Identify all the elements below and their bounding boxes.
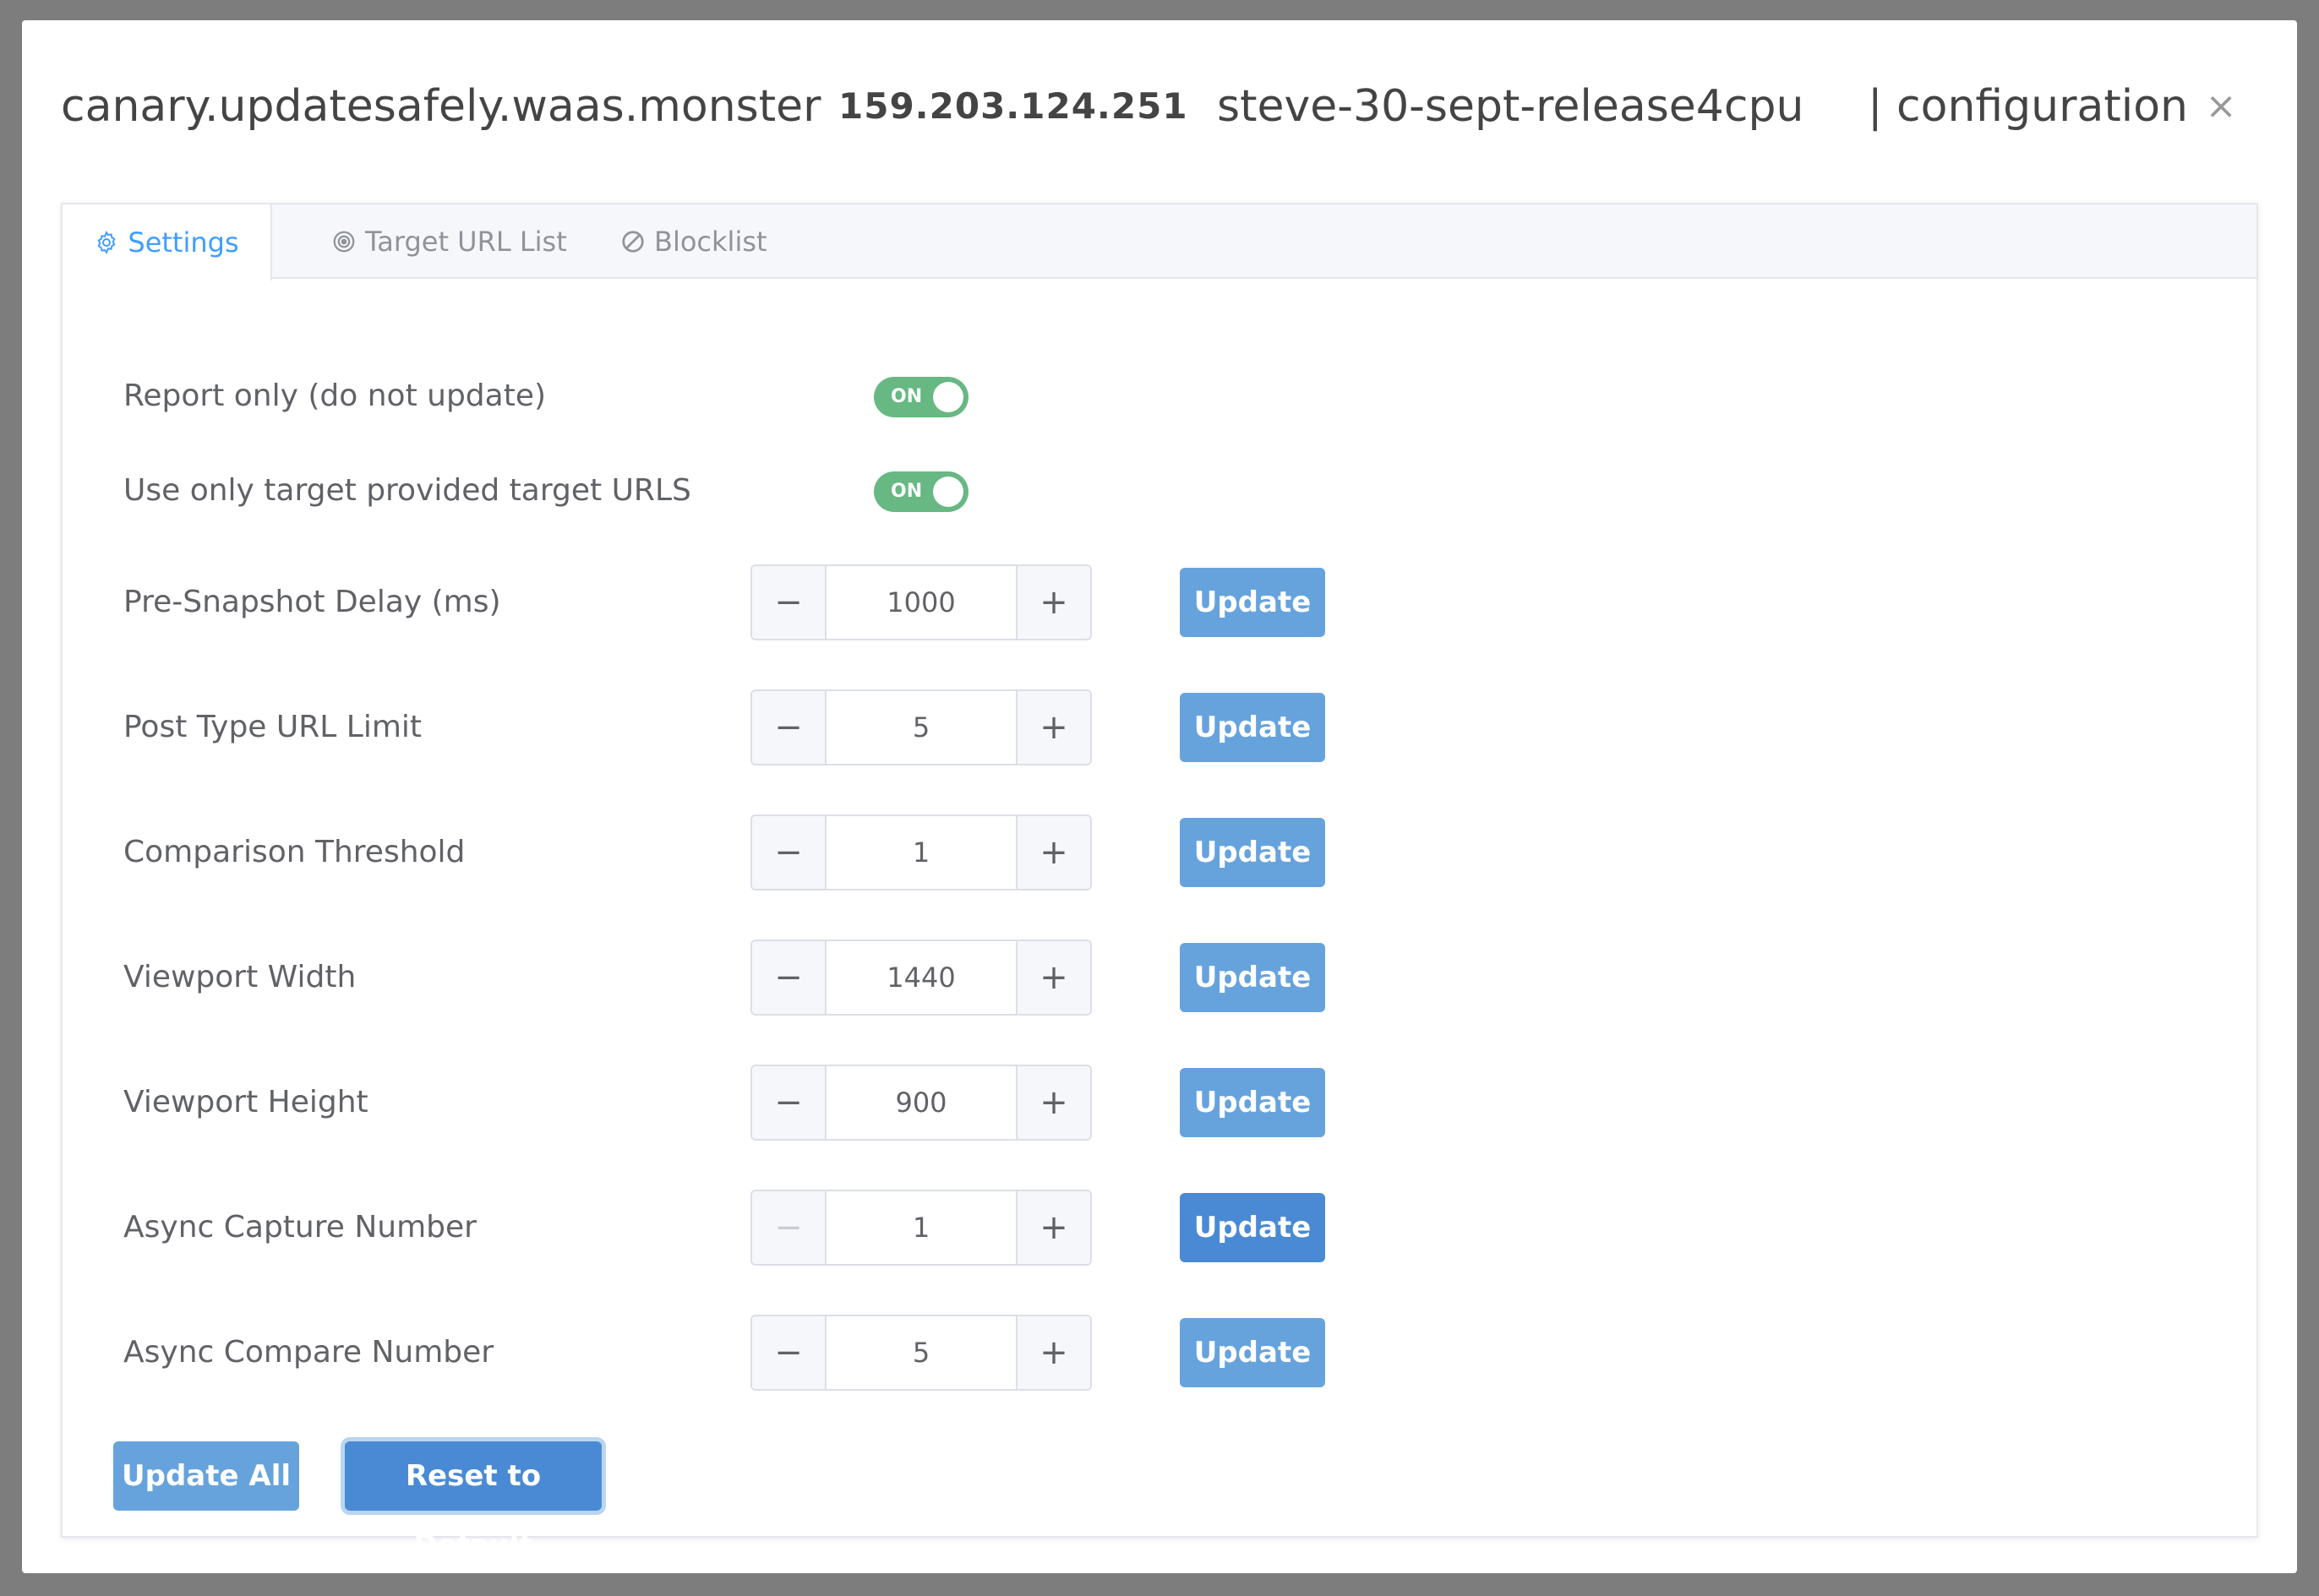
- tab-target-url-list[interactable]: Target URL List: [331, 204, 567, 279]
- setting-label: Comparison Threshold: [123, 835, 466, 869]
- target-urls-switch[interactable]: ON: [874, 471, 969, 512]
- async-capture-number-stepper: − +: [750, 1190, 1092, 1266]
- async-compare-number-input[interactable]: [827, 1316, 1016, 1389]
- update-button[interactable]: Update: [1180, 1318, 1325, 1387]
- tab-blocklist[interactable]: Blocklist: [620, 204, 767, 279]
- decrement-button[interactable]: −: [752, 1191, 827, 1264]
- switch-knob: [933, 477, 963, 507]
- switch-state: ON: [891, 386, 923, 407]
- setting-row-viewport-width: Viewport Width − + Update: [123, 940, 2256, 1016]
- viewport-width-input[interactable]: [827, 941, 1016, 1014]
- modal-header: canary.updatesafely.waas.monster 159.203…: [61, 73, 2246, 140]
- comparison-threshold-stepper: − +: [750, 814, 1092, 891]
- settings-card: Settings Target URL List Blocklist Repor…: [61, 203, 2258, 1538]
- configuration-modal: canary.updatesafely.waas.monster 159.203…: [22, 20, 2297, 1573]
- decrement-button[interactable]: −: [752, 816, 827, 889]
- pre-snapshot-delay-stepper: − +: [750, 564, 1092, 640]
- instance-name: steve-30-sept-release4cpu: [1217, 81, 1804, 132]
- increment-button[interactable]: +: [1016, 1191, 1090, 1264]
- toggle-label: Report only (do not update): [123, 379, 547, 413]
- setting-label: Post Type URL Limit: [123, 710, 423, 744]
- decrement-button[interactable]: −: [752, 941, 827, 1014]
- gear-icon: [97, 231, 116, 254]
- target-icon: [333, 231, 355, 253]
- setting-label: Pre-Snapshot Delay (ms): [123, 585, 501, 619]
- report-only-switch[interactable]: ON: [874, 377, 969, 417]
- viewport-width-stepper: − +: [750, 940, 1092, 1016]
- decrement-button[interactable]: −: [752, 1066, 827, 1139]
- server-ip: 159.203.124.251: [838, 85, 1188, 127]
- toggle-row-target-urls: Use only target provided target URLS ON: [123, 453, 2256, 529]
- increment-button[interactable]: +: [1016, 816, 1090, 889]
- setting-row-post-type-url-limit: Post Type URL Limit − + Update: [123, 689, 2256, 765]
- setting-row-comparison-threshold: Comparison Threshold − + Update: [123, 814, 2256, 891]
- setting-label: Async Capture Number: [123, 1210, 477, 1245]
- tab-settings[interactable]: Settings: [63, 204, 272, 281]
- decrement-button[interactable]: −: [752, 1316, 827, 1389]
- pre-snapshot-delay-input[interactable]: [827, 566, 1016, 639]
- increment-button[interactable]: +: [1016, 691, 1090, 764]
- post-type-url-limit-input[interactable]: [827, 691, 1016, 764]
- tab-bar: Settings Target URL List Blocklist: [63, 204, 2256, 281]
- update-button[interactable]: Update: [1180, 1193, 1325, 1262]
- setting-row-viewport-height: Viewport Height − + Update: [123, 1065, 2256, 1141]
- site-domain: canary.updatesafely.waas.monster: [61, 81, 821, 132]
- close-icon[interactable]: ×: [2197, 73, 2245, 140]
- increment-button[interactable]: +: [1016, 566, 1090, 639]
- update-button[interactable]: Update: [1180, 1068, 1325, 1137]
- update-button[interactable]: Update: [1180, 943, 1325, 1012]
- setting-row-pre-snapshot-delay: Pre-Snapshot Delay (ms) − + Update: [123, 564, 2256, 640]
- viewport-height-stepper: − +: [750, 1065, 1092, 1141]
- update-all-button[interactable]: Update All: [113, 1441, 299, 1511]
- viewport-height-input[interactable]: [827, 1066, 1016, 1139]
- async-capture-number-input[interactable]: [827, 1191, 1016, 1264]
- update-button[interactable]: Update: [1180, 818, 1325, 887]
- increment-button[interactable]: +: [1016, 1066, 1090, 1139]
- reset-to-default-button[interactable]: Reset to Default: [345, 1441, 602, 1562]
- setting-label: Viewport Width: [123, 960, 357, 994]
- async-compare-number-stepper: − +: [750, 1315, 1092, 1391]
- setting-label: Viewport Height: [123, 1085, 368, 1119]
- decrement-button[interactable]: −: [752, 691, 827, 764]
- toggle-row-report-only: Report only (do not update) ON: [123, 358, 2256, 434]
- switch-knob: [933, 382, 963, 412]
- tab-blocklist-label: Blocklist: [654, 226, 767, 258]
- switch-state: ON: [891, 481, 923, 502]
- setting-row-async-compare-number: Async Compare Number − + Update: [123, 1315, 2256, 1391]
- setting-row-async-capture-number: Async Capture Number − + Update: [123, 1190, 2256, 1266]
- update-button[interactable]: Update: [1180, 693, 1325, 762]
- block-icon: [622, 231, 644, 253]
- update-button[interactable]: Update: [1180, 568, 1325, 637]
- increment-button[interactable]: +: [1016, 1316, 1090, 1389]
- page-title: | configuration: [1868, 81, 2188, 132]
- comparison-threshold-input[interactable]: [827, 816, 1016, 889]
- tab-settings-label: Settings: [128, 226, 239, 259]
- increment-button[interactable]: +: [1016, 941, 1090, 1014]
- setting-label: Async Compare Number: [123, 1335, 494, 1370]
- tab-target-label: Target URL List: [365, 226, 567, 258]
- toggle-label: Use only target provided target URLS: [123, 473, 691, 508]
- decrement-button[interactable]: −: [752, 566, 827, 639]
- post-type-url-limit-stepper: − +: [750, 689, 1092, 765]
